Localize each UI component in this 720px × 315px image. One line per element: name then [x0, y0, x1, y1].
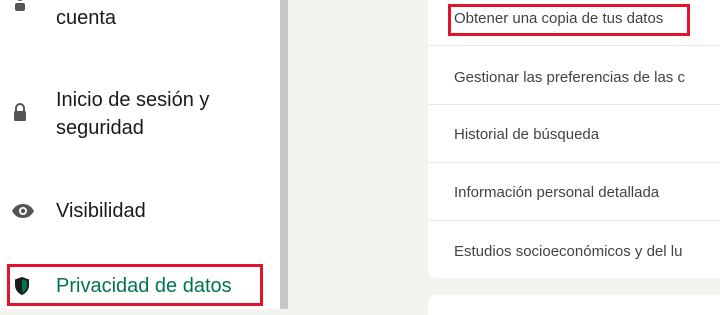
row-label: Información personal detallada — [454, 184, 660, 201]
sidebar-item-label-line1: Inicio de sesión y — [56, 89, 210, 111]
row-personal-info[interactable]: Información personal detallada — [428, 163, 720, 221]
highlight-box-privacy — [7, 264, 263, 306]
eye-icon — [11, 201, 35, 221]
row-label: Estudios socioeconómicos y del lu — [454, 243, 683, 260]
sidebar-item-label: cuenta — [56, 7, 117, 29]
highlight-box-get-copy — [448, 4, 690, 36]
next-card — [428, 295, 720, 315]
settings-sidebar: cuenta Inicio de sesión y seguridad Visi… — [0, 0, 280, 309]
row-socioeconomic-studies[interactable]: Estudios socioeconómicos y del lu — [428, 221, 720, 278]
panel-divider — [280, 0, 288, 309]
row-label: Gestionar las preferencias de las c — [454, 69, 685, 86]
data-privacy-card: Obtener una copia de tus datos Gestionar… — [428, 0, 720, 278]
sidebar-item-label-line2: seguridad — [56, 117, 144, 139]
sidebar-item-label: Visibilidad — [56, 200, 146, 222]
row-label: Historial de búsqueda — [454, 126, 600, 143]
row-manage-preferences[interactable]: Gestionar las preferencias de las c — [428, 46, 720, 105]
lock-icon — [10, 102, 30, 122]
sidebar-item-visibility[interactable]: Visibilidad — [0, 194, 280, 228]
row-get-data-copy[interactable]: Obtener una copia de tus datos — [428, 0, 720, 46]
row-search-history[interactable]: Historial de búsqueda — [428, 105, 720, 163]
sidebar-item-sign-in-security[interactable]: Inicio de sesión y seguridad — [0, 82, 280, 142]
person-icon — [10, 0, 30, 12]
sidebar-item-account[interactable]: cuenta — [0, 0, 280, 36]
